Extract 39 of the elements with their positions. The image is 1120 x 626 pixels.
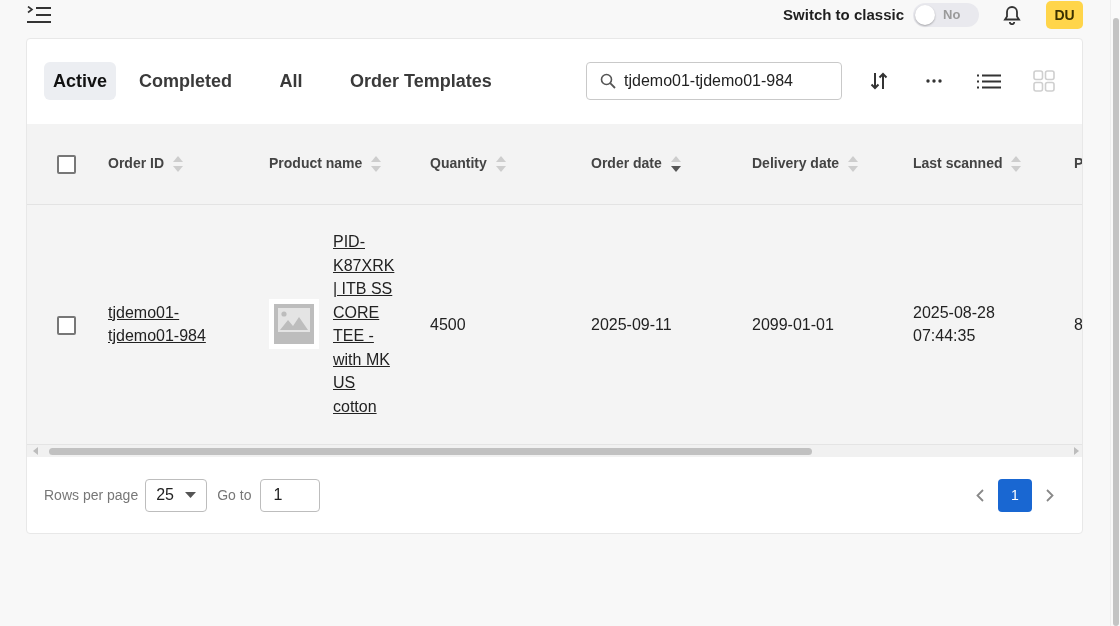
bell-icon[interactable] [1003, 5, 1021, 25]
column-header[interactable]: Order date [591, 153, 662, 175]
avatar[interactable]: DU [1046, 1, 1083, 29]
column-header[interactable]: Delivery date [752, 153, 840, 175]
toggle-knob-icon [915, 5, 935, 25]
vertical-scrollbar[interactable] [1110, 0, 1120, 626]
menu-icon[interactable] [27, 6, 51, 24]
search-icon [600, 73, 616, 89]
horizontal-scrollbar[interactable] [27, 444, 1082, 457]
search-field[interactable]: tjdemo01-tjdemo01-984 [586, 62, 842, 100]
delivery-date-text: 2099-01-01 [752, 315, 834, 333]
last-scanned-text: 2025-08-28 07:44:35 [913, 303, 995, 345]
truncated-column-text: 8 [1074, 315, 1082, 333]
sort-icon[interactable] [870, 72, 888, 90]
checkbox[interactable] [57, 315, 76, 335]
rows-per-page-label: Rows per page [44, 485, 139, 505]
checkbox[interactable] [57, 155, 76, 175]
tab[interactable]: Active [44, 62, 117, 100]
page-button[interactable]: 1 [998, 478, 1032, 512]
chevron-left-icon[interactable] [976, 488, 984, 502]
column-header[interactable]: Product name [269, 153, 363, 175]
tab[interactable]: All [255, 62, 328, 100]
more-icon[interactable] [926, 79, 942, 83]
column-header[interactable]: Last scanned [913, 153, 1003, 175]
tab[interactable]: Order Templates [341, 62, 501, 100]
caret-icon [185, 492, 197, 498]
list-view-icon[interactable] [977, 73, 1001, 89]
chevron-right-icon[interactable] [1046, 488, 1054, 502]
order-id-link[interactable]: tjdemo01-tjdemo01-984 [108, 300, 236, 348]
column-header[interactable]: Quantity [430, 153, 487, 175]
quantity-text: 4500 [430, 315, 466, 333]
order-date-text: 2025-09-11 [591, 315, 672, 333]
tab[interactable]: Completed [130, 62, 242, 100]
rows-per-page-select[interactable]: 25 [145, 478, 208, 512]
column-header[interactable]: Order ID [108, 153, 164, 175]
go-to-field[interactable]: 1 [260, 478, 321, 512]
switch-label: Switch to classic [783, 4, 904, 25]
go-to-label: Go to [217, 485, 252, 505]
sort-arrows-icon[interactable] [670, 154, 681, 173]
